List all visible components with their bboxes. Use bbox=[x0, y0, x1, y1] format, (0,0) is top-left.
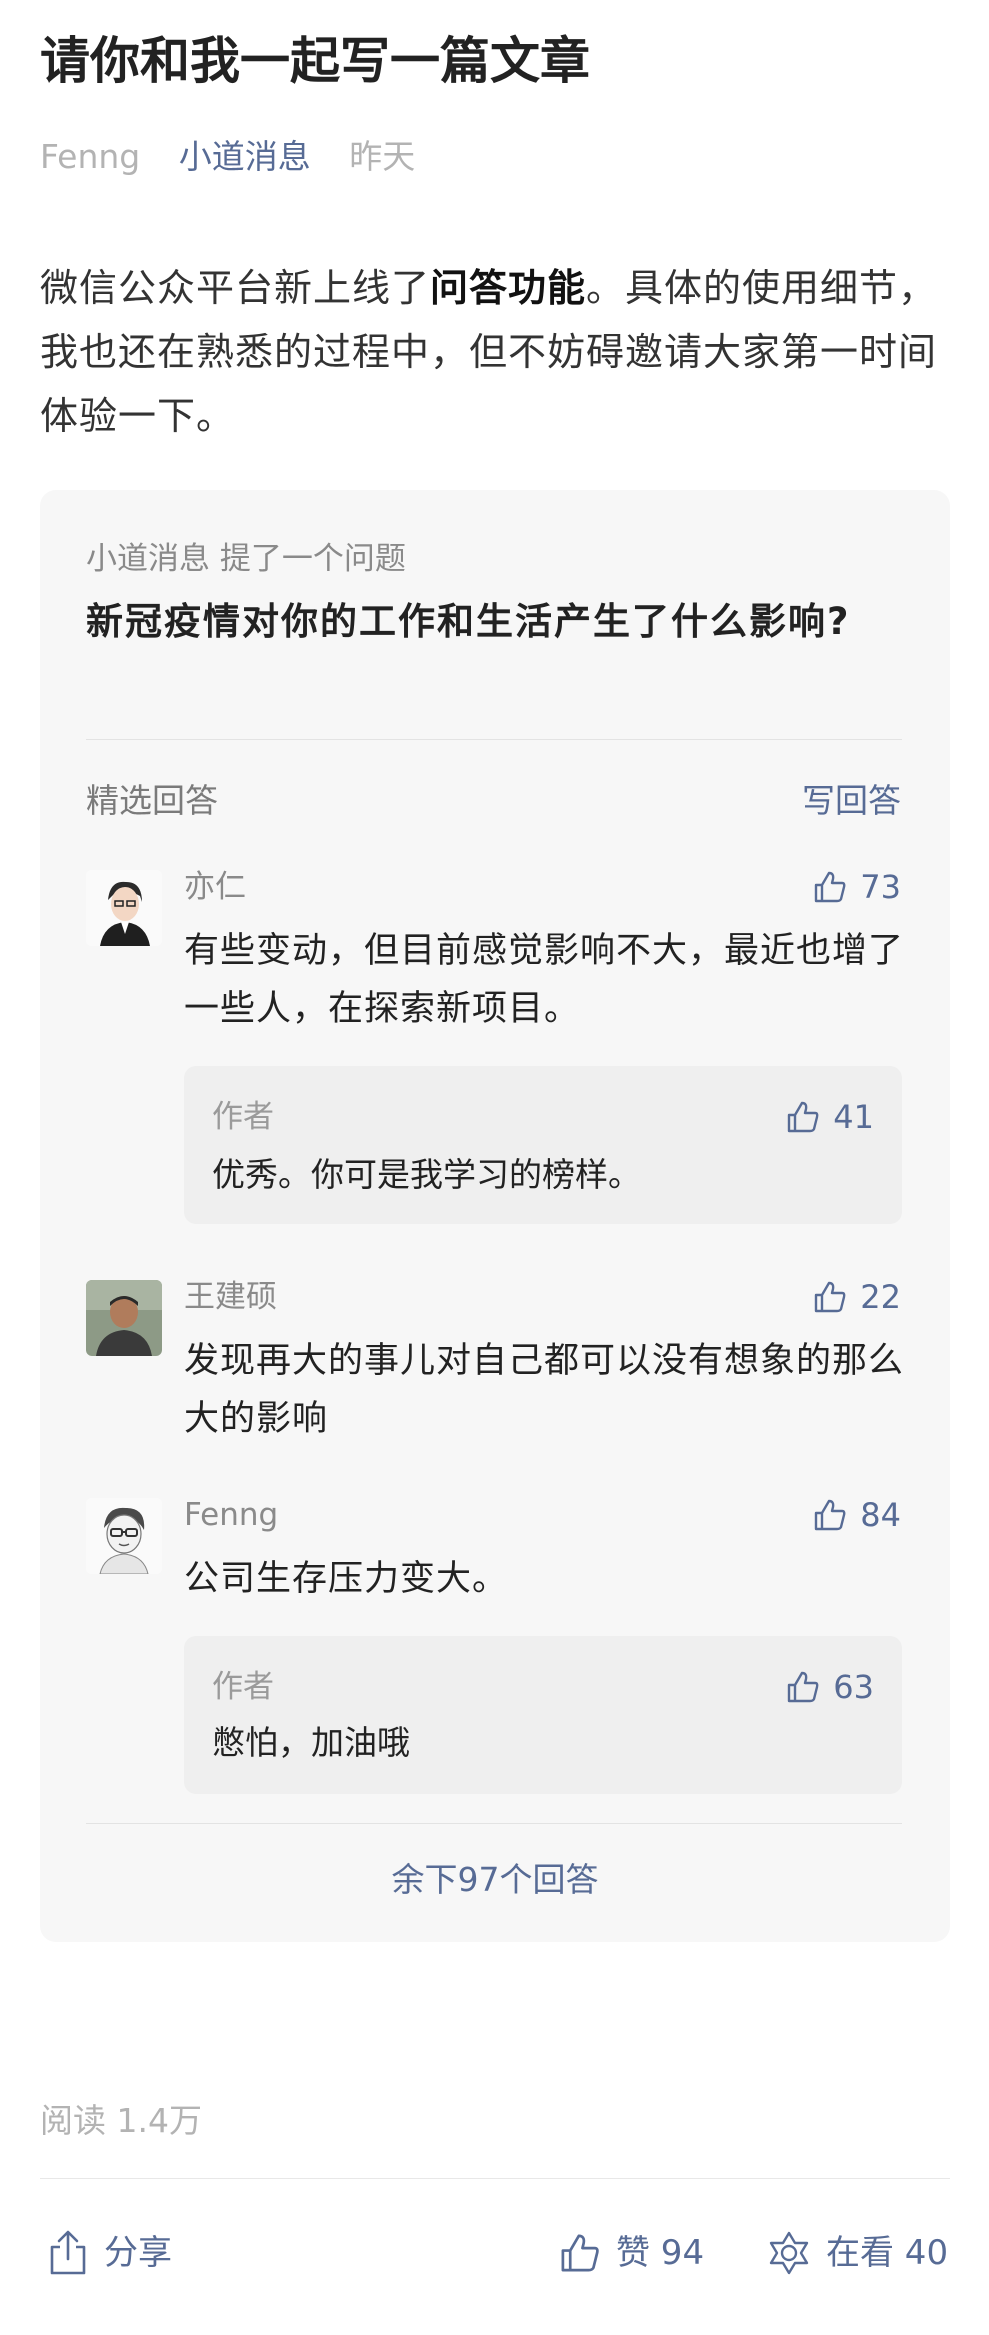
answer-author[interactable]: 亦仁 bbox=[184, 864, 246, 910]
like-count: 63 bbox=[833, 1668, 874, 1706]
thumbs-up-icon bbox=[561, 2234, 599, 2272]
reply-author: 作者 bbox=[212, 1099, 274, 1135]
answer-like-button[interactable]: 22 bbox=[812, 1274, 901, 1320]
thumbs-up-icon bbox=[815, 1499, 846, 1531]
write-answer-button[interactable]: 写回答 bbox=[802, 776, 901, 826]
question-title[interactable]: 新冠疫情对你的工作和生活产生了什么影响? bbox=[86, 592, 906, 652]
article-meta: Fenng 小道消息 昨天 bbox=[40, 132, 443, 182]
author-name: Fenng bbox=[40, 137, 141, 176]
thumbs-up-icon bbox=[815, 1281, 846, 1313]
avatar[interactable] bbox=[86, 1280, 162, 1356]
reply-author: 作者 bbox=[212, 1669, 274, 1705]
like-label: 赞 94 bbox=[616, 2233, 705, 2273]
question-asker: 小道消息 提了一个问题 bbox=[86, 541, 406, 577]
avatar-cartoon-icon bbox=[86, 1498, 162, 1574]
reply-text: 憋怕，加油哦 bbox=[212, 1723, 410, 1762]
answer-like-button[interactable]: 73 bbox=[812, 864, 901, 910]
thumbs-up-icon bbox=[788, 1101, 819, 1133]
avatar[interactable] bbox=[86, 1498, 162, 1574]
more-answers-link[interactable]: 余下97个回答 bbox=[40, 1855, 950, 1905]
publish-date: 昨天 bbox=[349, 137, 416, 176]
answer-author[interactable]: Fenng bbox=[184, 1492, 278, 1538]
author-reply bbox=[184, 1636, 902, 1794]
answer-text: 发现再大的事儿对自己都可以没有想象的那么大的影响 bbox=[184, 1341, 905, 1439]
article-title: 请你和我一起写一篇文章 bbox=[40, 32, 590, 90]
avatar-photo-icon bbox=[86, 1280, 162, 1356]
like-count: 73 bbox=[860, 868, 901, 906]
like-count: 41 bbox=[833, 1098, 874, 1136]
answer-text: 公司生存压力变大。 bbox=[184, 1559, 509, 1599]
like-count: 84 bbox=[860, 1496, 901, 1534]
share-button[interactable]: 分享 bbox=[46, 2228, 172, 2278]
like-button[interactable]: 赞 94 bbox=[558, 2228, 704, 2278]
divider bbox=[86, 1823, 902, 1824]
thumbs-up-icon bbox=[788, 1671, 819, 1703]
read-count: 阅读 1.4万 bbox=[40, 2101, 202, 2140]
divider bbox=[86, 739, 902, 740]
reply-like-button[interactable]: 41 bbox=[785, 1094, 874, 1140]
share-label: 分享 bbox=[104, 2233, 172, 2273]
author-reply bbox=[184, 1066, 902, 1224]
answer-author[interactable]: 王建硕 bbox=[184, 1274, 277, 1320]
answer-text: 有些变动，但目前感觉影响不大，最近也增了一些人，在探索新项目。 bbox=[184, 931, 905, 1029]
avatar[interactable] bbox=[86, 870, 162, 946]
avatar-cartoon-icon bbox=[86, 870, 162, 946]
intro-highlight: 问答功能 bbox=[430, 266, 587, 310]
thumbs-up-icon bbox=[815, 871, 846, 903]
wow-flower-icon bbox=[769, 2231, 809, 2275]
like-count: 22 bbox=[860, 1278, 901, 1316]
account-link[interactable]: 小道消息 bbox=[179, 137, 311, 176]
wow-label: 在看 40 bbox=[826, 2233, 949, 2273]
article-intro: 微信公众平台新上线了问答功能。具体的使用细节，我也还在熟悉的过程中，但不妨碍邀请… bbox=[40, 266, 938, 438]
reply-like-button[interactable]: 63 bbox=[785, 1664, 874, 1710]
footer-divider bbox=[40, 2178, 950, 2179]
answer-like-button[interactable]: 84 bbox=[812, 1492, 901, 1538]
wow-button[interactable]: 在看 40 bbox=[766, 2228, 948, 2278]
selected-answers-label: 精选回答 bbox=[86, 781, 218, 820]
reply-text: 优秀。你可是我学习的榜样。 bbox=[212, 1155, 641, 1194]
share-icon bbox=[50, 2230, 86, 2275]
